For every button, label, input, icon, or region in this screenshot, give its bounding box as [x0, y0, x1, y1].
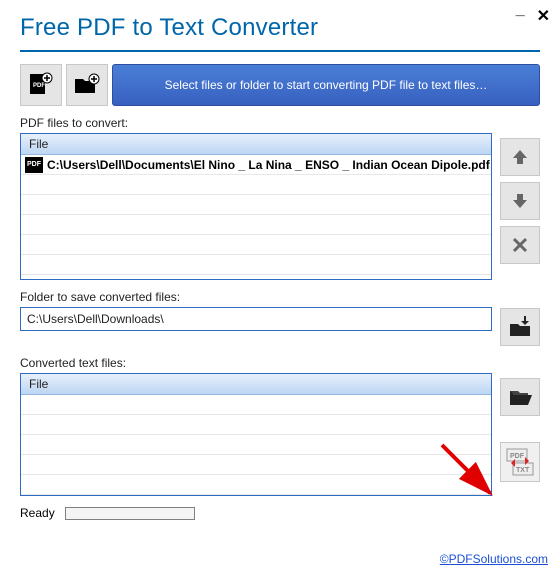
- list-item-empty: [21, 415, 491, 435]
- status-text: Ready: [20, 506, 55, 520]
- list-item[interactable]: PDF C:\Users\Dell\Documents\El Nino _ La…: [21, 155, 491, 175]
- select-files-button[interactable]: Select files or folder to start converti…: [112, 64, 540, 106]
- title-divider: [20, 50, 540, 52]
- remove-button[interactable]: [500, 226, 540, 264]
- browse-save-folder-button[interactable]: [500, 308, 540, 346]
- converted-list-label: Converted text files:: [20, 356, 492, 370]
- add-folder-button[interactable]: [66, 64, 108, 106]
- folder-plus-icon: [73, 73, 101, 97]
- list-item-empty: [21, 195, 491, 215]
- pdf-to-txt-icon: PDF TXT: [505, 447, 535, 477]
- move-up-button[interactable]: [500, 138, 540, 176]
- close-button[interactable]: ✕: [537, 6, 550, 26]
- list-item-empty: [21, 395, 491, 415]
- list-item-empty: [21, 235, 491, 255]
- arrow-down-icon: [510, 191, 530, 211]
- svg-text:PDF: PDF: [510, 453, 525, 460]
- add-file-button[interactable]: PDF: [20, 64, 62, 106]
- move-down-button[interactable]: [500, 182, 540, 220]
- pdf-file-plus-icon: PDF: [28, 72, 54, 98]
- minimize-button[interactable]: _: [516, 1, 525, 21]
- progress-bar: [65, 507, 195, 520]
- list-item-empty: [21, 215, 491, 235]
- select-files-label: Select files or folder to start converti…: [165, 78, 488, 92]
- folder-download-icon: [508, 316, 532, 338]
- converted-list-header[interactable]: File: [21, 374, 491, 395]
- status-bar: Ready: [20, 506, 540, 520]
- list-item-empty: [21, 435, 491, 455]
- list-item-empty: [21, 255, 491, 275]
- convert-button[interactable]: PDF TXT: [500, 442, 540, 482]
- footer-link-text: ©PDFSolutions.com: [440, 552, 548, 566]
- list-item-empty: [21, 175, 491, 195]
- pdf-list-header[interactable]: File: [21, 134, 491, 155]
- list-item-empty: [21, 475, 491, 495]
- pdf-icon: PDF: [25, 157, 43, 173]
- pdf-list-label: PDF files to convert:: [20, 116, 492, 130]
- cross-icon: [511, 236, 529, 254]
- arrow-up-icon: [510, 147, 530, 167]
- save-folder-input[interactable]: [20, 307, 492, 331]
- footer-link[interactable]: ©PDFSolutions.com: [440, 552, 548, 566]
- open-output-folder-button[interactable]: [500, 378, 540, 416]
- file-path: C:\Users\Dell\Documents\El Nino _ La Nin…: [47, 158, 490, 172]
- svg-text:PDF: PDF: [33, 83, 45, 89]
- app-title: Free PDF to Text Converter: [20, 14, 540, 42]
- main-toolbar: PDF Select files or folder to start conv…: [20, 64, 540, 106]
- save-folder-label: Folder to save converted files:: [20, 290, 492, 304]
- folder-open-icon: [508, 387, 532, 407]
- converted-files-list[interactable]: File: [20, 373, 492, 496]
- svg-text:TXT: TXT: [516, 467, 530, 474]
- list-item-empty: [21, 455, 491, 475]
- pdf-files-list[interactable]: File PDF C:\Users\Dell\Documents\El Nino…: [20, 133, 492, 280]
